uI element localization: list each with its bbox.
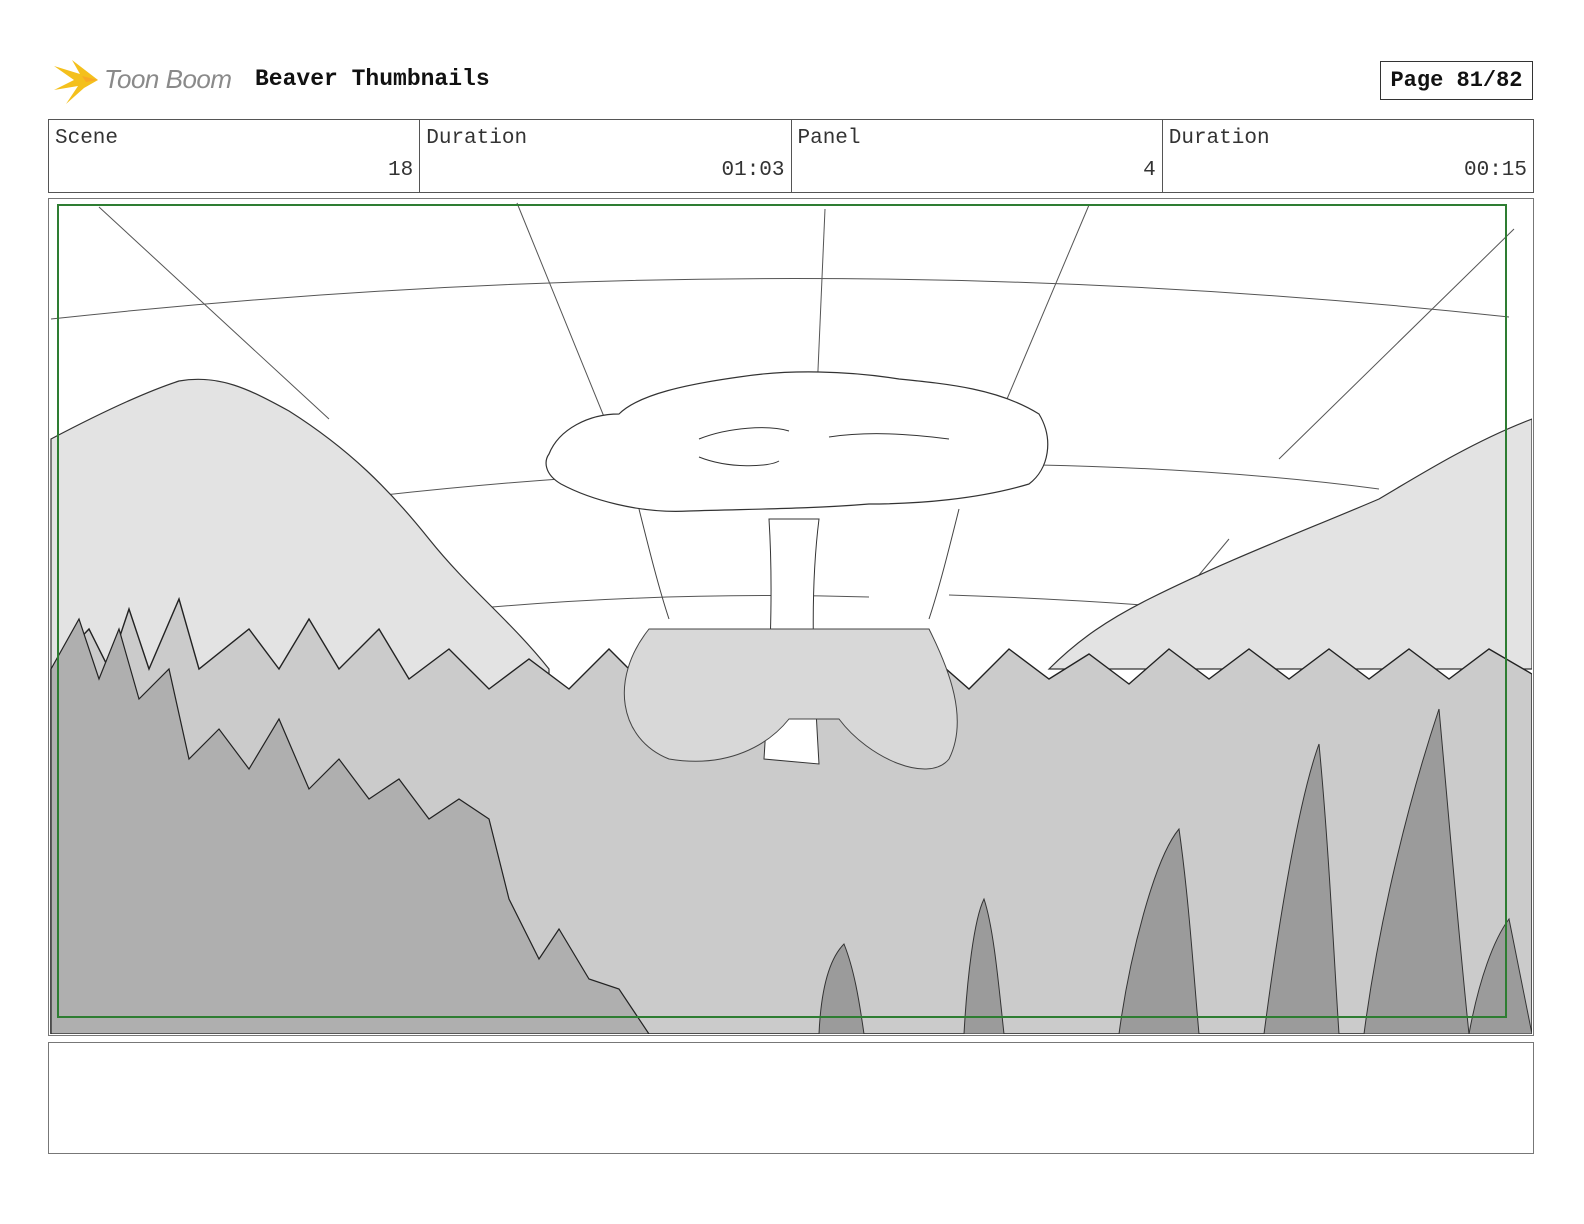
storyboard-panel	[48, 198, 1534, 1036]
scene-duration-value: 01:03	[721, 159, 785, 182]
panel-duration-value: 00:15	[1463, 159, 1527, 182]
panel-value: 4	[1143, 159, 1156, 182]
toon-boom-star-icon	[54, 60, 98, 104]
scene-label: Scene	[55, 127, 119, 150]
project-title: Beaver Thumbnails	[255, 66, 490, 92]
panel-duration-cell: Duration 00:15	[1163, 120, 1533, 192]
panel-label: Panel	[797, 127, 861, 150]
scene-info-table: Scene 18 Duration 01:03 Panel 4 Duration…	[48, 119, 1534, 193]
right-hill	[1047, 418, 1532, 670]
scene-duration-cell: Duration 01:03	[420, 120, 792, 192]
page-indicator: Page 81/82	[1380, 61, 1533, 100]
scene-duration-label: Duration	[426, 127, 528, 150]
panel-duration-label: Duration	[1168, 127, 1270, 150]
panel-sketch	[50, 202, 1532, 1034]
scene-value: 18	[388, 159, 414, 182]
toon-boom-logo: Toon Boom	[52, 56, 242, 106]
mushroom-cloud-cap	[545, 371, 1049, 512]
panel-notes-box	[48, 1042, 1534, 1154]
scene-cell: Scene 18	[49, 120, 421, 192]
logo-text: Toon Boom	[104, 64, 232, 94]
panel-cell: Panel 4	[792, 120, 1163, 192]
